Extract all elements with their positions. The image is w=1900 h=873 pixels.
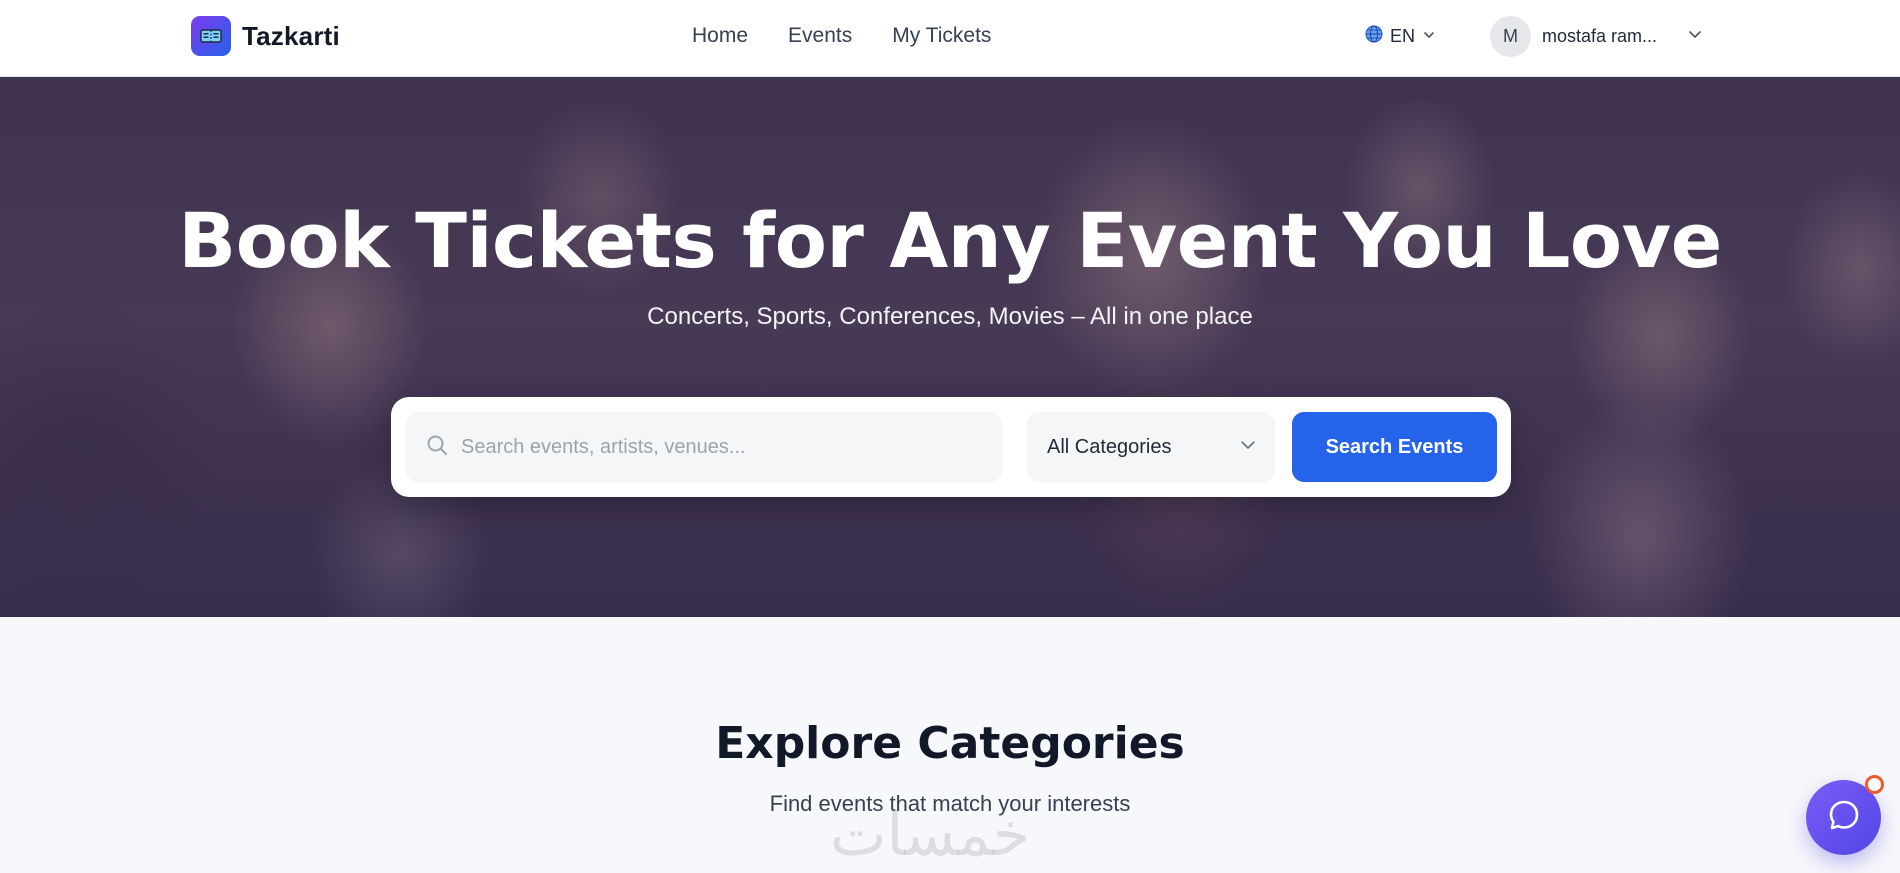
chevron-down-icon <box>1422 26 1436 47</box>
hero-subtitle: Concerts, Sports, Conferences, Movies – … <box>647 303 1253 330</box>
chat-bubble-icon <box>1826 797 1862 838</box>
hero-overlay <box>0 77 1900 617</box>
search-field[interactable] <box>406 412 1002 482</box>
search-panel: All Categories Search Events <box>391 397 1511 497</box>
watermark-logo: خمسات <box>830 800 1031 870</box>
brand-name: Tazkarti <box>242 20 340 51</box>
hero-title: Book Tickets for Any Event You Love <box>178 196 1722 285</box>
globe-icon <box>1365 25 1383 48</box>
nav-link-home[interactable]: Home <box>692 24 748 48</box>
brand-logo[interactable]: Tazkarti <box>191 16 340 56</box>
categories-title: Explore Categories <box>715 718 1185 769</box>
search-icon <box>425 433 449 462</box>
main-nav: Home Events My Tickets <box>692 24 991 48</box>
category-select-value: All Categories <box>1047 435 1172 458</box>
user-menu[interactable]: M mostafa ram... <box>1490 16 1703 57</box>
user-name: mostafa ram... <box>1542 26 1658 46</box>
language-label: EN <box>1390 26 1416 46</box>
category-select[interactable]: All Categories <box>1027 412 1275 482</box>
search-events-button[interactable]: Search Events <box>1292 412 1497 482</box>
nav-link-my-tickets[interactable]: My Tickets <box>892 24 991 48</box>
search-input[interactable] <box>461 435 981 459</box>
chevron-down-icon <box>1239 436 1257 459</box>
language-selector[interactable]: EN <box>1365 25 1436 48</box>
avatar: M <box>1490 16 1531 57</box>
ticket-icon <box>191 16 231 56</box>
chevron-down-icon <box>1687 26 1703 47</box>
chat-notification-dot <box>1865 775 1884 794</box>
top-navbar: Tazkarti Home Events My Tickets EN M mos… <box>0 0 1900 77</box>
nav-link-events[interactable]: Events <box>788 24 852 48</box>
hero-banner: Book Tickets for Any Event You Love Conc… <box>0 77 1900 617</box>
